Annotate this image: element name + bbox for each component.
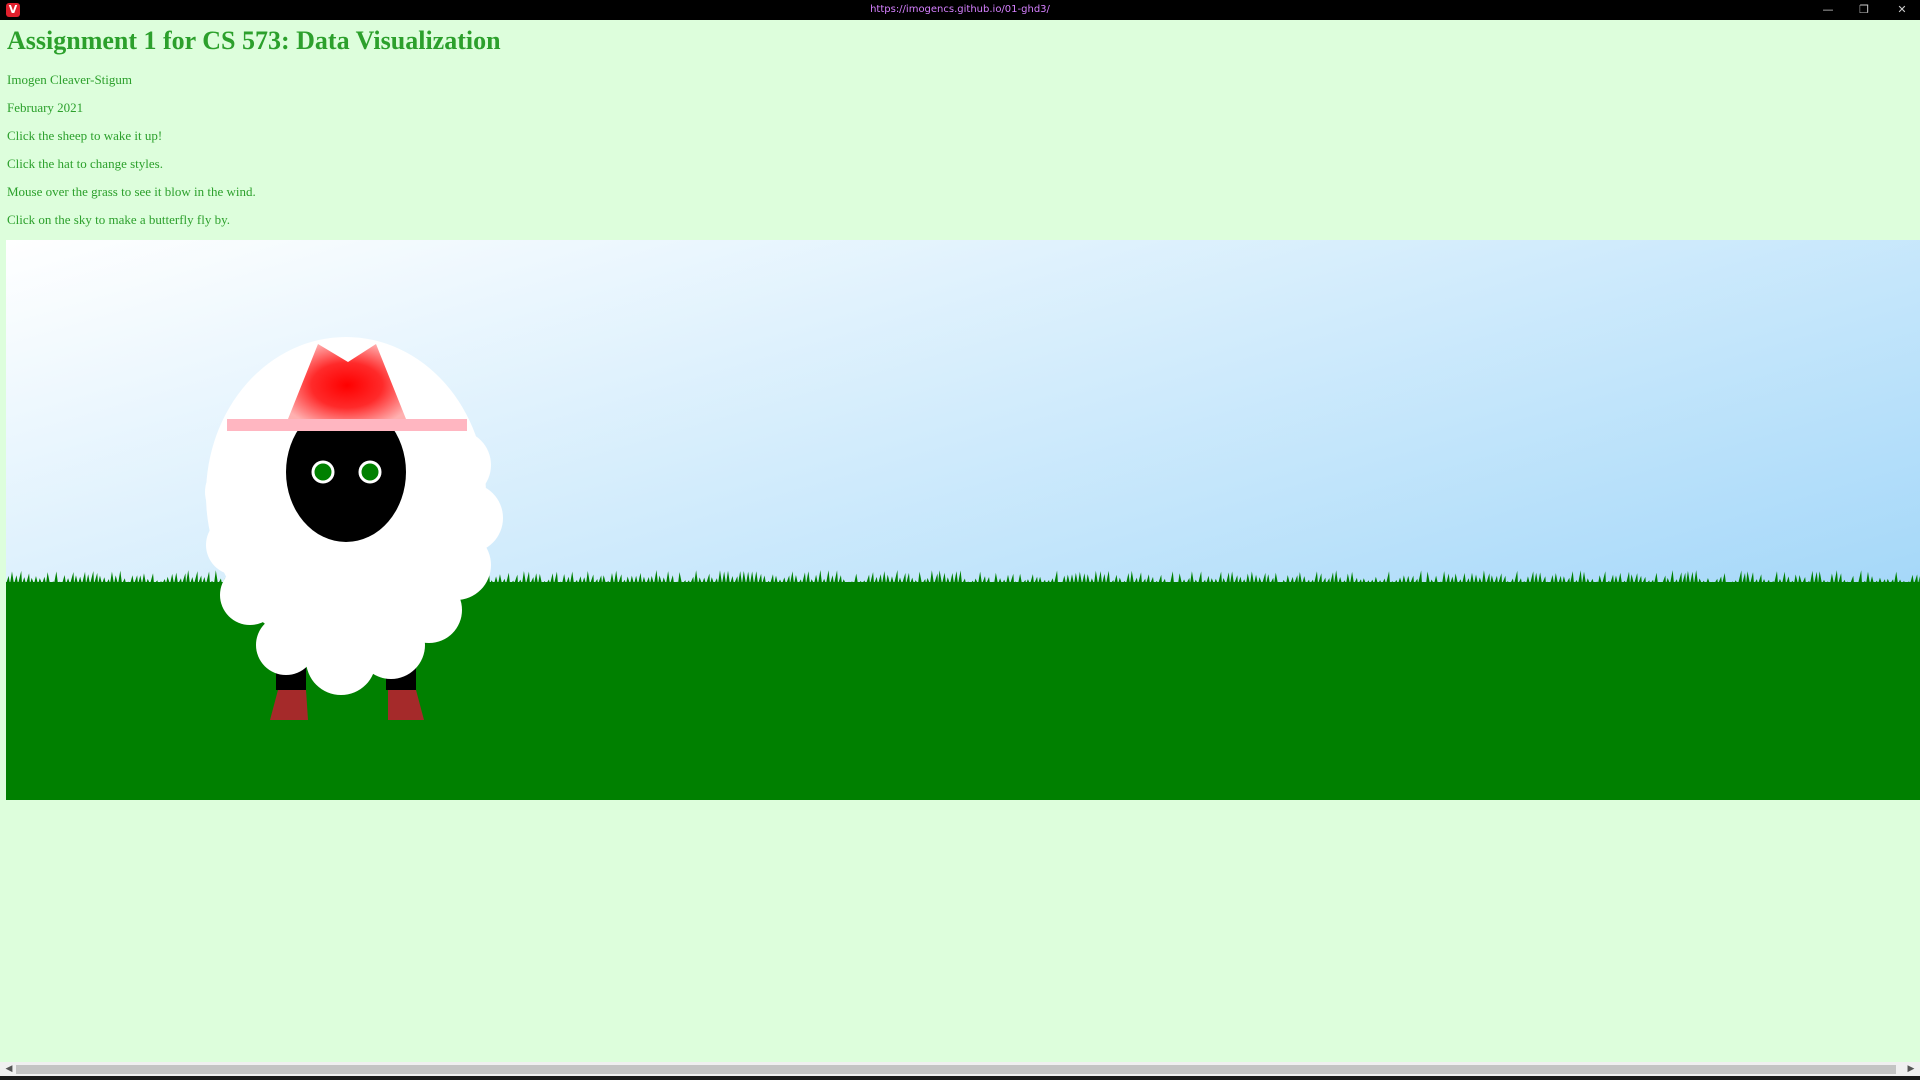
author-text: Imogen Cleaver-Stigum [7,72,133,87]
instruction-sheep: Click the sheep to wake it up! [7,128,163,143]
page-content: Assignment 1 for CS 573: Data Visualizat… [7,20,1920,227]
close-icon[interactable]: ✕ [1884,0,1920,20]
page-title: Assignment 1 for CS 573: Data Visualizat… [7,26,501,55]
restore-icon[interactable]: ❐ [1846,0,1882,20]
horizontal-scrollbar[interactable]: ◀ ▶ [0,1062,1920,1076]
minimize-icon[interactable]: — [1810,0,1846,20]
sheep-eye-left [311,460,335,484]
hat-brim [227,419,467,431]
address-url[interactable]: https://imogencs.github.io/01-ghd3/ [0,3,1920,17]
browser-titlebar: V https://imogencs.github.io/01-ghd3/ — … [0,0,1920,20]
instruction-hat: Click the hat to change styles. [7,156,163,171]
scroll-left-icon[interactable]: ◀ [2,1062,16,1076]
bottom-edge [0,1076,1920,1080]
sheep-eye-right [358,460,382,484]
instruction-grass: Mouse over the grass to see it blow in t… [7,184,256,199]
date-text: February 2021 [7,100,84,115]
scene-svg [6,240,1920,800]
scrollbar-thumb[interactable] [16,1065,1896,1074]
instruction-sky: Click on the sky to make a butterfly fly… [7,212,230,227]
scroll-right-icon[interactable]: ▶ [1904,1062,1918,1076]
